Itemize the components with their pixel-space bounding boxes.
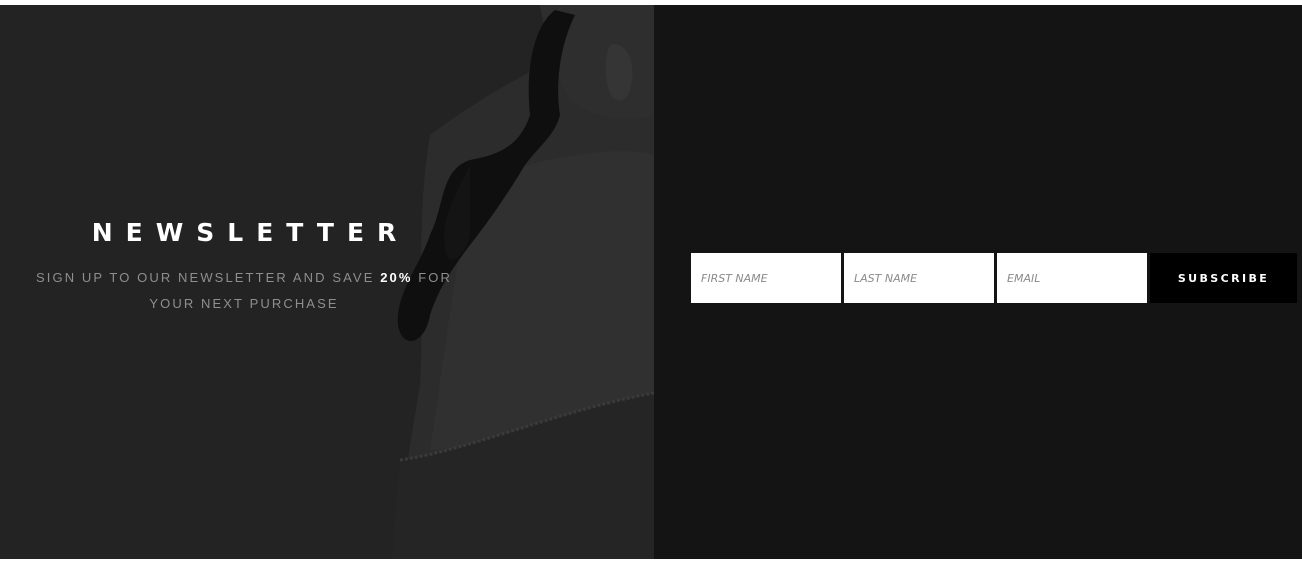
newsletter-section: NEWSLETTER SIGN UP TO OUR NEWSLETTER AND… <box>0 5 1302 559</box>
description-text-start: SIGN UP TO OUR NEWSLETTER AND SAVE <box>36 270 381 285</box>
newsletter-form: SUBSCRIBE <box>691 253 1297 303</box>
discount-highlight: 20% <box>380 270 413 285</box>
last-name-input[interactable] <box>844 253 994 303</box>
subscribe-button[interactable]: SUBSCRIBE <box>1150 253 1297 303</box>
newsletter-description: SIGN UP TO OUR NEWSLETTER AND SAVE 20% F… <box>24 265 464 317</box>
newsletter-title: NEWSLETTER <box>91 218 410 247</box>
first-name-input[interactable] <box>691 253 841 303</box>
newsletter-intro: NEWSLETTER SIGN UP TO OUR NEWSLETTER AND… <box>24 215 464 317</box>
email-input[interactable] <box>997 253 1147 303</box>
newsletter-image-panel: NEWSLETTER SIGN UP TO OUR NEWSLETTER AND… <box>0 5 654 559</box>
